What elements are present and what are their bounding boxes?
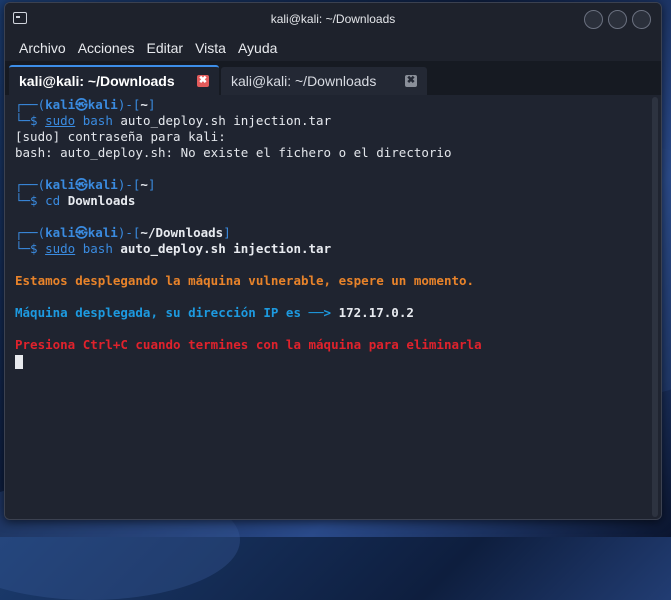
command-line: └─$ sudo bash auto_deploy.sh injection.t… [15,113,332,128]
terminal-window: kali@kali: ~/Downloads Archivo Acciones … [4,2,662,520]
output-line: bash: auto_deploy.sh: No existe el fiche… [15,145,452,160]
menu-archivo[interactable]: Archivo [13,40,72,56]
output-line: [sudo] contraseña para kali: [15,129,226,144]
window-title: kali@kali: ~/Downloads [270,12,396,26]
menu-acciones[interactable]: Acciones [72,40,141,56]
scrollbar-thumb[interactable] [652,97,658,517]
close-tab-icon[interactable]: ✖ [405,75,417,87]
text-cursor [15,354,23,369]
tab-label: kali@kali: ~/Downloads [231,73,377,89]
command-line: └─$ sudo bash auto_deploy.sh injection.t… [15,241,332,256]
command-line: └─$ cd Downloads [15,193,136,208]
deploying-message: Estamos desplegando la máquina vulnerabl… [15,273,475,288]
title-bar[interactable]: kali@kali: ~/Downloads [5,3,661,35]
ip-address: 172.17.0.2 [338,305,414,320]
deployed-message: Máquina desplegada, su dirección IP es ─… [15,305,414,320]
menu-bar: Archivo Acciones Editar Vista Ayuda [5,35,661,61]
prompt-line: ┌──(kali㉿kali)-[~] [15,97,156,112]
terminal-output[interactable]: ┌──(kali㉿kali)-[~] └─$ sudo bash auto_de… [5,95,649,519]
menu-editar[interactable]: Editar [141,40,190,56]
scrollbar[interactable] [649,95,661,519]
minimize-button[interactable] [584,10,603,29]
tab-2[interactable]: kali@kali: ~/Downloads ✖ [221,67,427,95]
prompt-line: ┌──(kali㉿kali)-[~/Downloads] [15,225,231,240]
menu-ayuda[interactable]: Ayuda [232,40,283,56]
menu-vista[interactable]: Vista [189,40,232,56]
tab-label: kali@kali: ~/Downloads [19,73,175,89]
maximize-button[interactable] [608,10,627,29]
tab-bar: kali@kali: ~/Downloads ✖ kali@kali: ~/Do… [5,61,661,95]
stop-message: Presiona Ctrl+C cuando termines con la m… [15,337,482,352]
tab-1[interactable]: kali@kali: ~/Downloads ✖ [9,65,219,95]
close-button[interactable] [632,10,651,29]
close-tab-icon[interactable]: ✖ [197,75,209,87]
prompt-line: ┌──(kali㉿kali)-[~] [15,177,156,192]
